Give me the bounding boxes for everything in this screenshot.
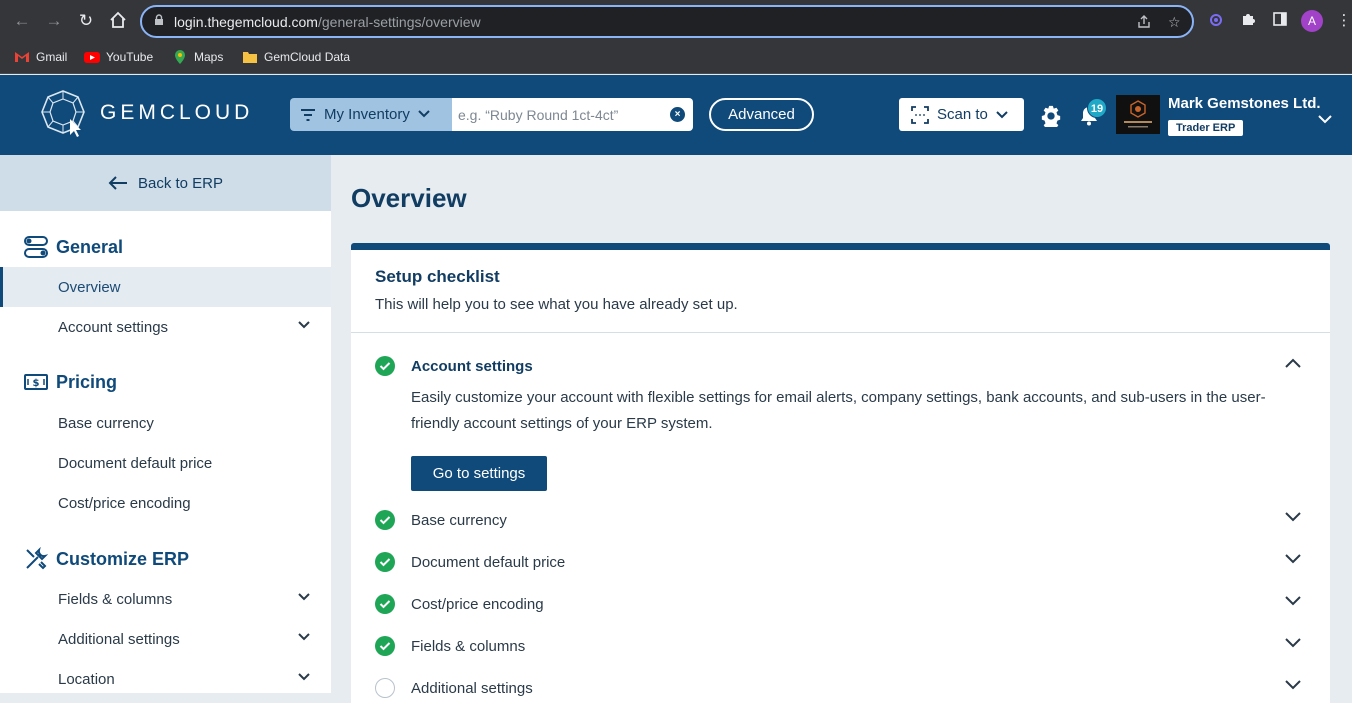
go-to-settings-button[interactable]: Go to settings (411, 456, 547, 491)
notification-count-badge: 19 (1087, 98, 1107, 118)
chevron-down-icon (298, 673, 310, 681)
checklist-item-document-default-price[interactable]: Document default price (375, 549, 1305, 575)
chevron-down-icon (298, 321, 310, 329)
chevron-down-icon (996, 110, 1008, 118)
gmail-icon (14, 49, 30, 65)
company-logo-avatar[interactable] (1116, 95, 1160, 134)
bookmark-gemcloud-data[interactable]: GemCloud Data (242, 49, 350, 65)
advanced-search-button[interactable]: Advanced (709, 98, 814, 131)
back-to-erp-button[interactable]: Back to ERP (0, 155, 331, 211)
chevron-down-icon[interactable] (1285, 680, 1301, 690)
folder-icon (242, 49, 258, 65)
menu-dots-icon[interactable]: ⋮ (1334, 11, 1352, 31)
extension-icon[interactable] (1206, 11, 1226, 31)
chevron-down-icon[interactable] (1285, 596, 1301, 606)
checklist-title: Setup checklist (375, 267, 500, 286)
gemcloud-logo[interactable]: GEMCLOUD (40, 89, 253, 137)
money-icon: $ (24, 374, 48, 390)
checklist-item-base-currency[interactable]: Base currency (375, 507, 1305, 533)
main-content: Overview Setup checklist This will help … (331, 155, 1352, 703)
home-icon[interactable] (108, 11, 128, 31)
erp-type-badge: Trader ERP (1168, 120, 1244, 136)
side-panel-icon[interactable] (1270, 11, 1290, 31)
url-text: login.thegemcloud.com/general-settings/o… (174, 14, 481, 30)
browser-toolbar: ← → ↻ login.thegemcloud.com/general-sett… (0, 0, 1352, 42)
check-circle-icon (375, 636, 395, 656)
empty-circle-icon (375, 678, 395, 698)
chevron-down-icon (298, 633, 310, 641)
search-input[interactable] (458, 104, 663, 126)
gem-logo-icon (41, 90, 85, 137)
star-icon[interactable]: ☆ (1168, 14, 1181, 31)
sidebar-item-document-default-price[interactable]: Document default price (0, 443, 331, 483)
address-bar[interactable]: login.thegemcloud.com/general-settings/o… (140, 5, 1194, 38)
lock-icon (154, 14, 164, 29)
profile-avatar[interactable]: A (1301, 10, 1323, 32)
chevron-up-icon[interactable] (1285, 358, 1301, 368)
bookmark-youtube[interactable]: YouTube (84, 49, 153, 65)
chevron-down-icon[interactable] (1285, 512, 1301, 522)
check-circle-icon (375, 594, 395, 614)
divider (351, 332, 1330, 333)
chevron-down-icon[interactable] (1285, 638, 1301, 648)
forward-arrow-icon[interactable]: → (44, 11, 64, 31)
tools-icon (26, 547, 48, 570)
checklist-item-cost-price-encoding[interactable]: Cost/price encoding (375, 591, 1305, 617)
company-name: Mark Gemstones Ltd. (1168, 95, 1321, 112)
puzzle-icon[interactable] (1238, 11, 1258, 31)
youtube-icon (84, 49, 100, 65)
chevron-down-icon[interactable] (1285, 554, 1301, 564)
filter-icon (301, 108, 315, 121)
clear-search-icon[interactable]: × (670, 107, 685, 122)
section-pricing: $ Pricing (24, 371, 117, 393)
check-circle-icon (375, 356, 395, 376)
arrow-left-icon (108, 176, 127, 190)
checklist-item-fields-columns[interactable]: Fields & columns (375, 633, 1305, 659)
section-customize-erp: Customize ERP (24, 547, 189, 571)
account-menu-chevron-icon[interactable] (1318, 111, 1332, 129)
search-box: × (452, 98, 693, 131)
svg-text:$: $ (33, 378, 40, 389)
back-arrow-icon[interactable]: ← (12, 11, 32, 31)
check-circle-icon (375, 552, 395, 572)
scan-to-dropdown[interactable]: Scan to (899, 98, 1024, 131)
sidebar-item-location[interactable]: Location (0, 659, 331, 699)
bookmark-gmail[interactable]: Gmail (14, 49, 67, 65)
settings-gear-icon[interactable] (1040, 105, 1062, 130)
checklist-subtitle: This will help you to see what you have … (375, 296, 738, 313)
checklist-item-account-settings[interactable]: Account settings (375, 353, 1305, 379)
inventory-dropdown[interactable]: My Inventory (290, 98, 452, 131)
sidebar-item-additional-settings[interactable]: Additional settings (0, 619, 331, 659)
sidebar-item-overview[interactable]: Overview (0, 267, 331, 307)
scan-icon (911, 105, 929, 124)
app-header: GEMCLOUD My Inventory × Advanced Scan to… (0, 75, 1352, 155)
reload-icon[interactable]: ↻ (76, 11, 96, 31)
settings-sidebar: Back to ERP General Overview Account set… (0, 155, 331, 693)
toggles-icon (24, 236, 48, 258)
chevron-down-icon (418, 109, 430, 121)
page-title: Overview (351, 183, 467, 213)
sidebar-item-account-settings[interactable]: Account settings (0, 307, 331, 347)
setup-checklist-card: Setup checklist This will help you to se… (351, 243, 1330, 703)
account-settings-description: Easily customize your account with flexi… (411, 389, 1266, 432)
chevron-down-icon (298, 593, 310, 601)
bookmark-maps[interactable]: Maps (172, 49, 223, 65)
sidebar-item-base-currency[interactable]: Base currency (0, 403, 331, 443)
sidebar-item-cost-price-encoding[interactable]: Cost/price encoding (0, 483, 331, 523)
checklist-item-additional-settings[interactable]: Additional settings (375, 675, 1305, 701)
maps-icon (172, 49, 188, 65)
sidebar-item-fields-columns[interactable]: Fields & columns (0, 579, 331, 619)
check-circle-icon (375, 510, 395, 530)
bookmarks-bar: Gmail YouTube Maps GemCloud Data (0, 42, 1352, 74)
section-general: General (24, 235, 123, 259)
share-icon[interactable] (1136, 14, 1152, 33)
